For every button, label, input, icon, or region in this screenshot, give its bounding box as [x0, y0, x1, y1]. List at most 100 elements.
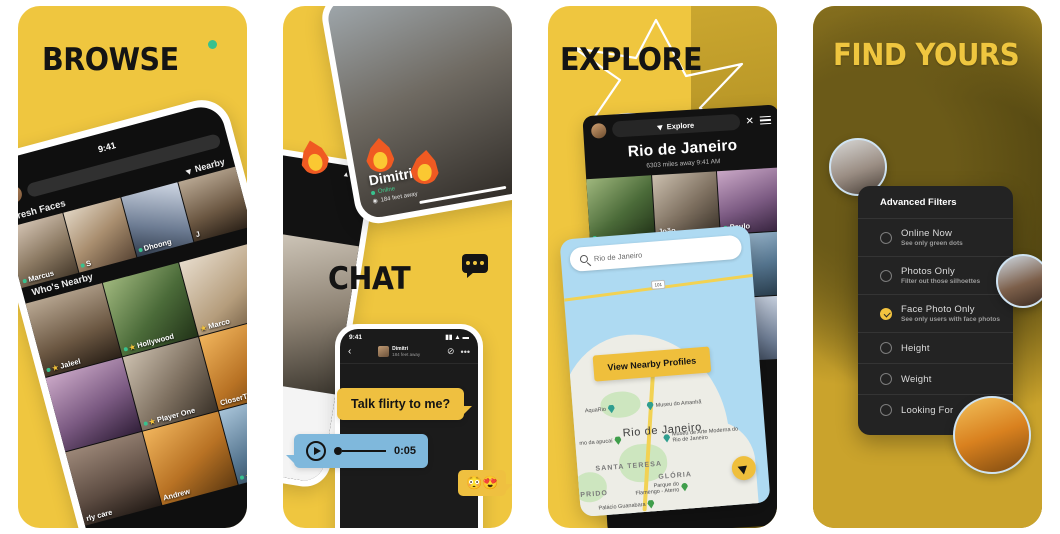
filter-label: Weight — [901, 373, 932, 385]
online-dot-icon — [142, 420, 148, 426]
avatar — [953, 396, 1031, 474]
filter-sublabel: See only green dots — [901, 240, 963, 247]
star-icon: ★ — [199, 324, 208, 333]
star-icon: ★ — [128, 343, 137, 352]
filter-sublabel: Filter out those silhoettes — [901, 278, 981, 285]
browse-screen: 9:41 Fresh Faces Nearby Marcus S Dhoong … — [18, 101, 247, 528]
filter-row-height[interactable]: Height — [858, 332, 1013, 363]
filters-icon[interactable] — [759, 115, 772, 125]
panel-browse: BROWSE 9:41 Fresh Faces Nearby Marcus S … — [0, 0, 265, 534]
location-pin-icon: ◉ — [372, 198, 379, 206]
map-pin-icon — [663, 433, 671, 443]
explore-map-card[interactable]: 101 Rio de Janeiro AquaRio Museu do Aman… — [559, 224, 771, 518]
chat-bubble-emoji: 😳😍 — [458, 470, 512, 496]
map-search-input[interactable]: Rio de Janeiro — [569, 234, 743, 273]
chat-headline: CHAT — [328, 261, 411, 297]
name-text: S — [84, 258, 93, 269]
panel-find-yours: FIND YOURS Advanced Filters Online Now S… — [795, 0, 1060, 534]
status-time: 9:41 — [349, 333, 363, 341]
list-item[interactable] — [586, 175, 655, 243]
browse-headline: BROWSE — [42, 42, 179, 78]
home-indicator — [419, 185, 507, 205]
filter-row-photos-only[interactable]: Photos Only Filter out those silhoettes — [858, 256, 1013, 294]
play-icon[interactable] — [306, 441, 326, 461]
avatar — [378, 346, 390, 357]
find-yours-headline: FIND YOURS — [833, 38, 1020, 73]
explore-headline: EXPLORE — [560, 42, 703, 78]
filter-label: Looking For — [901, 404, 954, 416]
audio-scrubber[interactable] — [334, 447, 386, 455]
explore-pill-label: Explore — [666, 120, 695, 131]
flame-icon — [410, 149, 440, 185]
chat-screen: 9:41 ▮▮ ▲ ▬ ‹ Dimitri 184 feet away ⊘ ••… — [340, 329, 478, 528]
map-search-value: Rio de Janeiro — [593, 249, 643, 263]
status-bar: 9:41 ▮▮ ▲ ▬ — [340, 329, 478, 342]
radio-icon[interactable] — [880, 269, 892, 282]
filter-label: Photos Only — [901, 266, 955, 277]
name-text: J — [194, 229, 201, 240]
block-icon[interactable]: ⊘ — [447, 346, 455, 357]
list-item[interactable]: Paulo — [717, 167, 777, 235]
panel-explore: EXPLORE Explore ✕ Rio de Janeiro 6303 mi… — [530, 0, 795, 534]
navigation-arrow-icon — [737, 461, 751, 475]
scrubber-track — [342, 450, 386, 452]
filter-label: Height — [901, 342, 930, 354]
profile-screen: Dimitri 23 Online ◉ 184 feet away — [325, 6, 512, 221]
explore-card: EXPLORE Explore ✕ Rio de Janeiro 6303 mi… — [548, 6, 777, 528]
browse-phone-mockup: 9:41 Fresh Faces Nearby Marcus S Dhoong … — [18, 93, 247, 528]
online-dot-icon — [370, 190, 376, 196]
back-button[interactable]: ‹ — [348, 346, 351, 357]
green-dot-icon — [208, 40, 217, 49]
browse-card: BROWSE 9:41 Fresh Faces Nearby Marcus S … — [18, 6, 247, 528]
more-options-icon[interactable]: ••• — [461, 347, 470, 357]
star-icon: ★ — [245, 470, 247, 479]
star-icon: ★ — [148, 417, 157, 427]
avatar[interactable] — [590, 122, 607, 139]
location-arrow-icon — [185, 166, 194, 174]
avatar[interactable] — [18, 184, 24, 205]
radio-icon[interactable] — [880, 373, 892, 385]
online-dot-icon — [45, 367, 51, 372]
map-pin-icon — [681, 482, 689, 492]
radio-icon[interactable] — [880, 342, 892, 354]
filters-title: Advanced Filters — [880, 197, 957, 208]
poi-label: AquaRio — [584, 406, 607, 414]
radio-icon[interactable] — [880, 404, 892, 416]
chat-phone-mockup: 9:41 ▮▮ ▲ ▬ ‹ Dimitri 184 feet away ⊘ ••… — [335, 324, 483, 528]
chat-card: ▮▮▮ ▲ ▬ Dimitri 23 Online ◉ — [283, 6, 512, 528]
audio-duration: 0:05 — [394, 445, 417, 457]
chat-bubble-audio[interactable]: 0:05 — [285, 434, 429, 468]
online-dot-icon — [122, 346, 128, 352]
online-dot-icon — [22, 278, 28, 284]
map-pin-icon — [646, 401, 654, 411]
online-dot-icon — [239, 474, 245, 480]
explore-pill-button[interactable]: Explore — [611, 113, 741, 138]
peer-distance: 184 feet away — [392, 352, 421, 357]
close-icon[interactable]: ✕ — [745, 115, 754, 126]
filter-row-face-photo-only[interactable]: Face Photo Only See only users with face… — [858, 294, 1013, 332]
radio-icon[interactable] — [880, 231, 892, 244]
chat-bubble-icon — [462, 254, 488, 278]
avatar — [996, 254, 1042, 308]
filter-row-weight[interactable]: Weight — [858, 363, 1013, 394]
highway-shield: 101 — [650, 279, 666, 290]
map-pin-icon — [614, 436, 622, 446]
chat-header: ‹ Dimitri 184 feet away ⊘ ••• — [340, 341, 478, 364]
panel-chat: ▮▮▮ ▲ ▬ Dimitri 23 Online ◉ — [265, 0, 530, 534]
status-icons: ▮▮ ▲ ▬ — [445, 334, 469, 341]
scrubber-knob[interactable] — [334, 447, 342, 455]
checkmark-icon[interactable] — [880, 307, 892, 320]
poi-label: mo da apucaí — [579, 437, 613, 447]
filter-label: Online Now — [901, 228, 953, 239]
map-pin-icon — [608, 404, 616, 414]
filter-label: Face Photo Only — [901, 304, 975, 315]
location-arrow-icon — [656, 122, 665, 131]
online-dot-icon — [137, 247, 143, 253]
chat-peer[interactable]: Dimitri 184 feet away — [378, 346, 420, 357]
filter-row-online-now[interactable]: Online Now See only green dots — [858, 218, 1013, 256]
chat-bubble-text: Talk flirty to me? — [337, 388, 473, 420]
search-icon — [579, 254, 589, 264]
find-yours-card: FIND YOURS Advanced Filters Online Now S… — [813, 6, 1042, 528]
star-icon: ★ — [51, 363, 60, 373]
filter-sublabel: See only users with face photos — [901, 316, 1000, 323]
